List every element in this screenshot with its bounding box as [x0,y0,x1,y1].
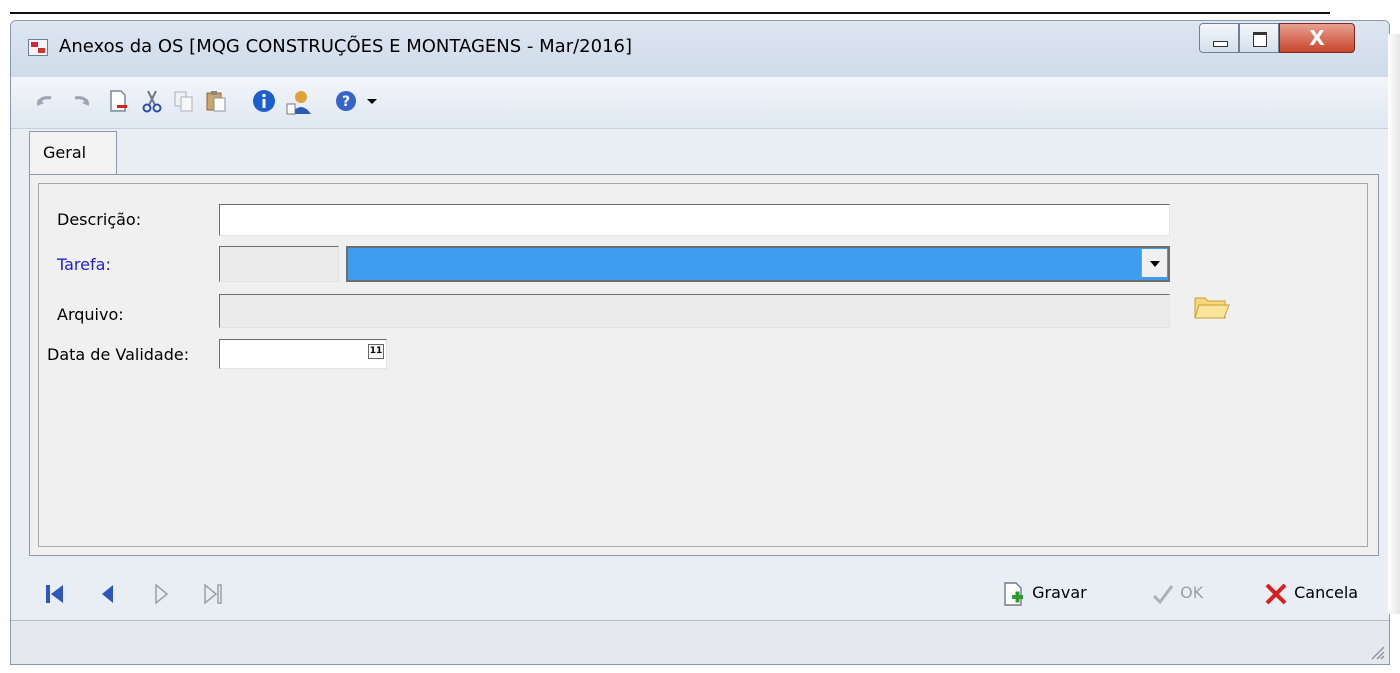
new-document-icon[interactable] [105,88,131,114]
cancel-x-icon [1265,583,1287,604]
dialog-window: Anexos da OS [MQG CONSTRUÇÕES E MONTAGEN… [10,20,1390,665]
tab-geral-label: Geral [43,143,87,162]
validade-date-input[interactable]: 11 [219,339,387,369]
tab-panel-geral: Descrição: Tarefa: Arquivo: Data de Vali… [29,174,1379,556]
ok-button[interactable]: OK [1151,578,1203,608]
cut-icon[interactable] [139,88,165,114]
tab-geral[interactable]: Geral [29,131,117,177]
cancela-button[interactable]: Cancela [1263,578,1358,608]
arquivo-input[interactable] [219,294,1170,328]
save-document-icon [1004,581,1023,606]
top-rule [10,12,1330,14]
tarefa-combobox[interactable] [346,246,1170,282]
redo-icon[interactable] [67,88,93,114]
validade-label: Data de Validade: [47,345,190,364]
minimize-button[interactable] [1199,23,1239,53]
user-icon[interactable] [285,88,311,115]
last-record-icon[interactable] [199,580,227,608]
undo-icon[interactable] [33,88,59,114]
check-icon [1152,584,1174,604]
navigation-bar: Gravar OK Cancela [11,566,1389,622]
gravar-label: Gravar [1032,583,1087,602]
chevron-down-icon[interactable] [1141,249,1167,277]
toolbar: ? [11,77,1389,129]
paste-icon[interactable] [203,88,229,114]
app-icon [28,39,48,56]
window-shadow [1388,34,1400,614]
cancela-label: Cancela [1294,583,1359,602]
window-title: Anexos da OS [MQG CONSTRUÇÕES E MONTAGEN… [59,36,632,57]
status-bar [11,620,1389,664]
descricao-label: Descrição: [57,210,142,229]
arquivo-label: Arquivo: [57,305,124,324]
ok-label: OK [1180,583,1204,602]
title-bar[interactable]: Anexos da OS [MQG CONSTRUÇÕES E MONTAGEN… [11,21,1389,77]
help-icon[interactable]: ? [333,88,359,114]
folder-open-icon[interactable] [1193,294,1231,320]
gravar-button[interactable]: Gravar [1001,578,1087,608]
svg-text:?: ? [342,94,350,110]
form-panel: Descrição: Tarefa: Arquivo: Data de Vali… [38,183,1368,547]
close-icon: X [1309,26,1325,50]
next-record-icon[interactable] [147,580,175,608]
info-icon[interactable] [251,88,277,114]
first-record-icon[interactable] [41,580,69,608]
tab-strip: Geral [11,129,1389,177]
tarefa-label[interactable]: Tarefa: [57,255,111,274]
dropdown-arrow-icon[interactable] [359,88,385,114]
resize-grip-icon[interactable] [1367,642,1385,660]
copy-icon[interactable] [171,88,197,114]
calendar-icon[interactable]: 11 [368,344,384,359]
maximize-button[interactable] [1239,23,1279,53]
close-button[interactable]: X [1279,23,1355,53]
tarefa-code-input[interactable] [219,246,339,282]
descricao-input[interactable] [219,204,1170,236]
previous-record-icon[interactable] [95,580,123,608]
